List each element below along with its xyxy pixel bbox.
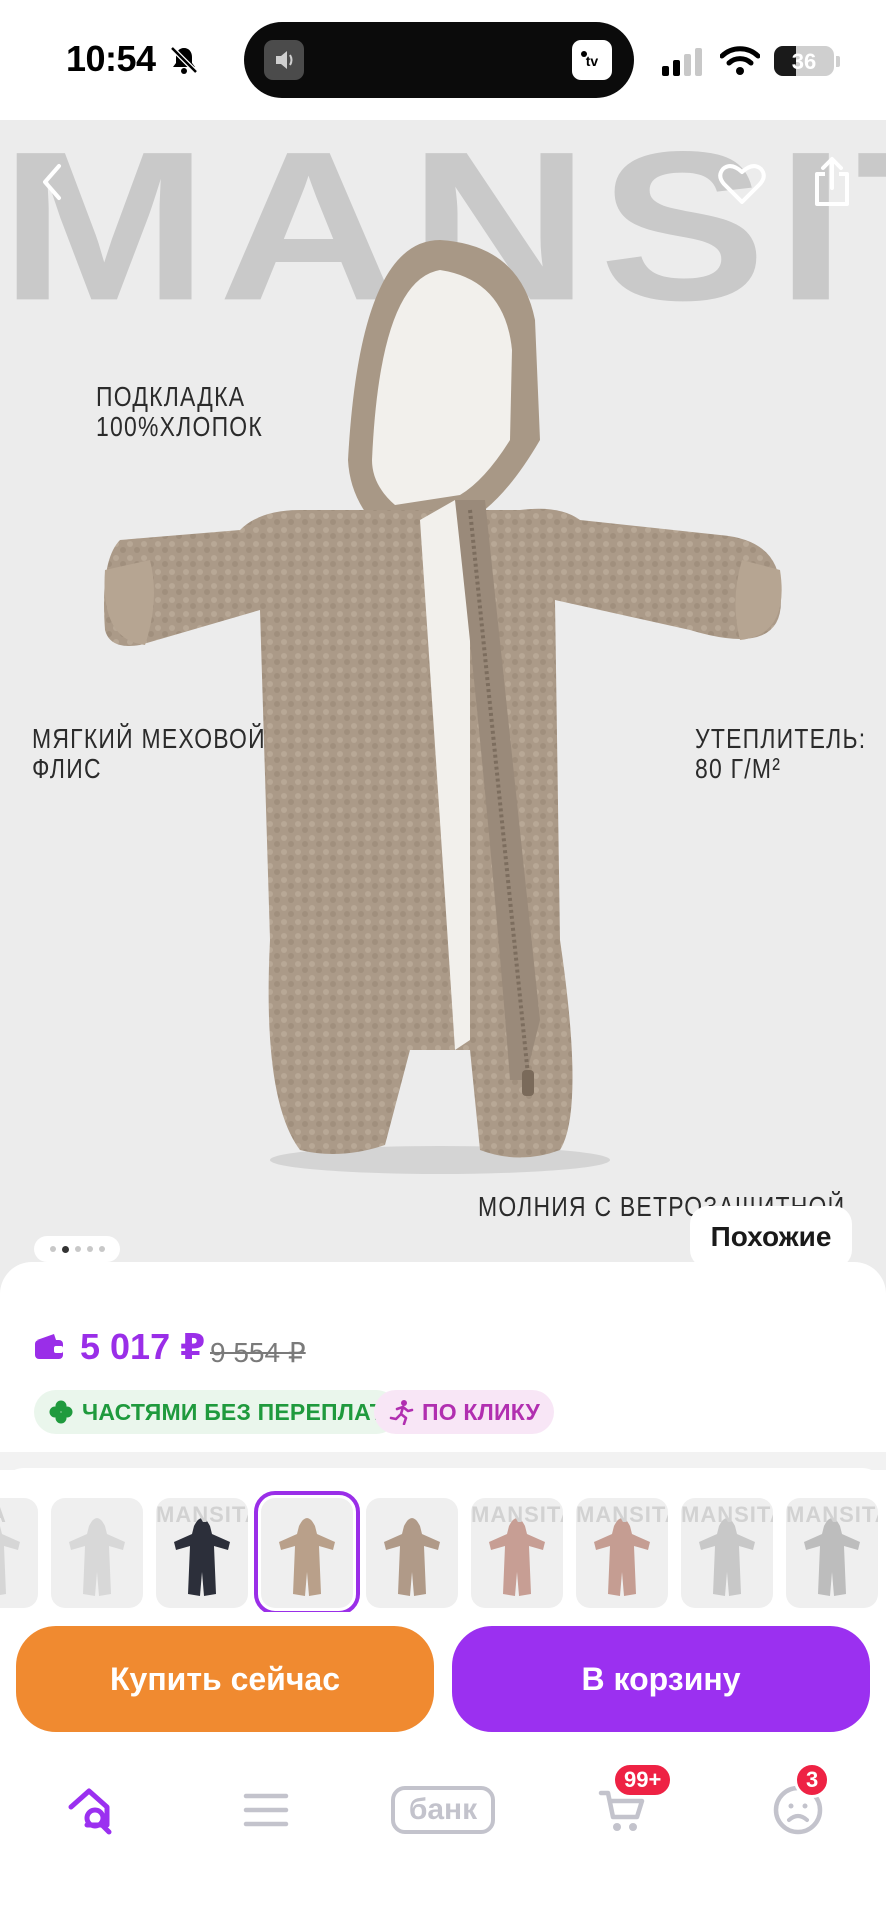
thumbnail-brand: MANSITA	[576, 1502, 668, 1527]
favorite-button[interactable]	[710, 152, 774, 216]
product-thumbnail[interactable]	[254, 1491, 360, 1615]
nav-bank[interactable]: банк	[372, 1770, 514, 1850]
pagination-dot	[98, 1246, 105, 1252]
product-thumbnail[interactable]: MANSITA	[786, 1498, 878, 1608]
heart-icon	[718, 164, 766, 204]
pagination-dot	[61, 1245, 69, 1253]
current-price: 5 017 ₽	[80, 1326, 206, 1367]
bell-off-icon	[170, 46, 198, 74]
feature-lining: ПОДКЛАДКА 100%ХЛОПОК	[96, 381, 264, 442]
product-thumbnail[interactable]: MANSITA	[471, 1498, 563, 1608]
share-button[interactable]	[800, 150, 864, 214]
chevron-left-icon	[43, 164, 61, 200]
dynamic-island: tv	[244, 22, 634, 98]
thumbnail-strip[interactable]: TA MANSITA MANSITA MANSITA MANSITA MANSITA	[0, 1468, 886, 1618]
thumbnail-brand: MANSITA	[681, 1502, 773, 1527]
wallet-icon	[35, 1334, 63, 1359]
similar-button[interactable]: Похожие	[690, 1206, 852, 1268]
bottom-navigation: банк 99+ 3	[0, 1742, 886, 1920]
product-thumbnail[interactable]: MANSITA	[576, 1498, 668, 1608]
nav-catalog[interactable]	[226, 1770, 306, 1850]
product-thumbnail[interactable]	[366, 1498, 458, 1608]
action-bar: Купить сейчас В корзину	[0, 1612, 886, 1742]
bank-icon: банк	[391, 1786, 495, 1834]
cart-count-badge: 99+	[612, 1762, 674, 1798]
product-image-gallery[interactable]: MANSITA	[0, 120, 886, 1300]
status-time: 10:54	[66, 38, 156, 79]
gallery-pagination	[34, 1236, 120, 1262]
profile-notification-badge: 3	[794, 1762, 831, 1798]
nav-home[interactable]	[52, 1770, 132, 1850]
buy-now-button[interactable]: Купить сейчас	[16, 1626, 434, 1732]
apple-tv-icon: tv	[572, 40, 612, 80]
thumbnail-brand: MANSITA	[786, 1502, 878, 1527]
pagination-dot	[74, 1246, 81, 1252]
product-thumbnail[interactable]	[51, 1498, 143, 1608]
clover-icon	[49, 1400, 73, 1424]
app-screen: 10:54 tv 36 MANSI ПОДКЛАДКА 100%ХЛОПОК М…	[0, 0, 886, 1920]
pagination-dot	[86, 1246, 93, 1252]
product-thumbnail[interactable]: MANSITA	[681, 1498, 773, 1608]
signal-icon	[662, 48, 702, 76]
back-button[interactable]	[20, 150, 84, 214]
product-image	[104, 240, 782, 1174]
product-thumbnail[interactable]: MANSITA	[156, 1498, 248, 1608]
feature-fleece: МЯГКИЙ МЕХОВОЙ ФЛИС	[32, 723, 266, 784]
price-card: 5 017 ₽ 9 554 ₽ ЧАСТЯМИ БЕЗ ПЕРЕПЛАТ ПО …	[0, 1262, 886, 1458]
status-bar: 10:54 tv 36	[0, 0, 886, 120]
thumbnail-brand: MANSITA	[156, 1502, 248, 1527]
thumbnail-brand: MANSITA	[471, 1502, 563, 1527]
share-icon	[815, 157, 849, 206]
product-thumbnail[interactable]: TA	[0, 1498, 38, 1608]
thumbnail-image	[69, 1518, 125, 1596]
battery-icon: 36	[774, 46, 834, 76]
add-to-cart-button[interactable]: В корзину	[452, 1626, 870, 1732]
installments-badge[interactable]: ЧАСТЯМИ БЕЗ ПЕРЕПЛАТ	[34, 1390, 399, 1434]
svg-text:tv: tv	[586, 53, 599, 69]
status-indicators: 36	[662, 44, 840, 78]
thumbnail-brand: TA	[0, 1502, 38, 1528]
thumbnail-image	[384, 1518, 440, 1596]
old-price: 9 554 ₽	[210, 1337, 306, 1368]
one-click-label: ПО КЛИКУ	[422, 1398, 541, 1425]
pagination-dot	[49, 1246, 56, 1252]
installments-label: ЧАСТЯМИ БЕЗ ПЕРЕПЛАТ	[82, 1398, 385, 1425]
speaker-icon	[264, 40, 304, 80]
thumbnail-image	[279, 1518, 335, 1596]
feature-insulation: УТЕПЛИТЕЛЬ: 80 Г/М²	[695, 723, 867, 784]
menu-icon	[243, 1793, 289, 1827]
wifi-icon	[720, 46, 760, 75]
battery-percent: 36	[791, 49, 817, 74]
running-person-icon	[389, 1400, 414, 1425]
battery-tip	[836, 55, 840, 67]
one-click-badge[interactable]: ПО КЛИКУ	[374, 1390, 555, 1434]
home-search-icon	[68, 1788, 112, 1835]
